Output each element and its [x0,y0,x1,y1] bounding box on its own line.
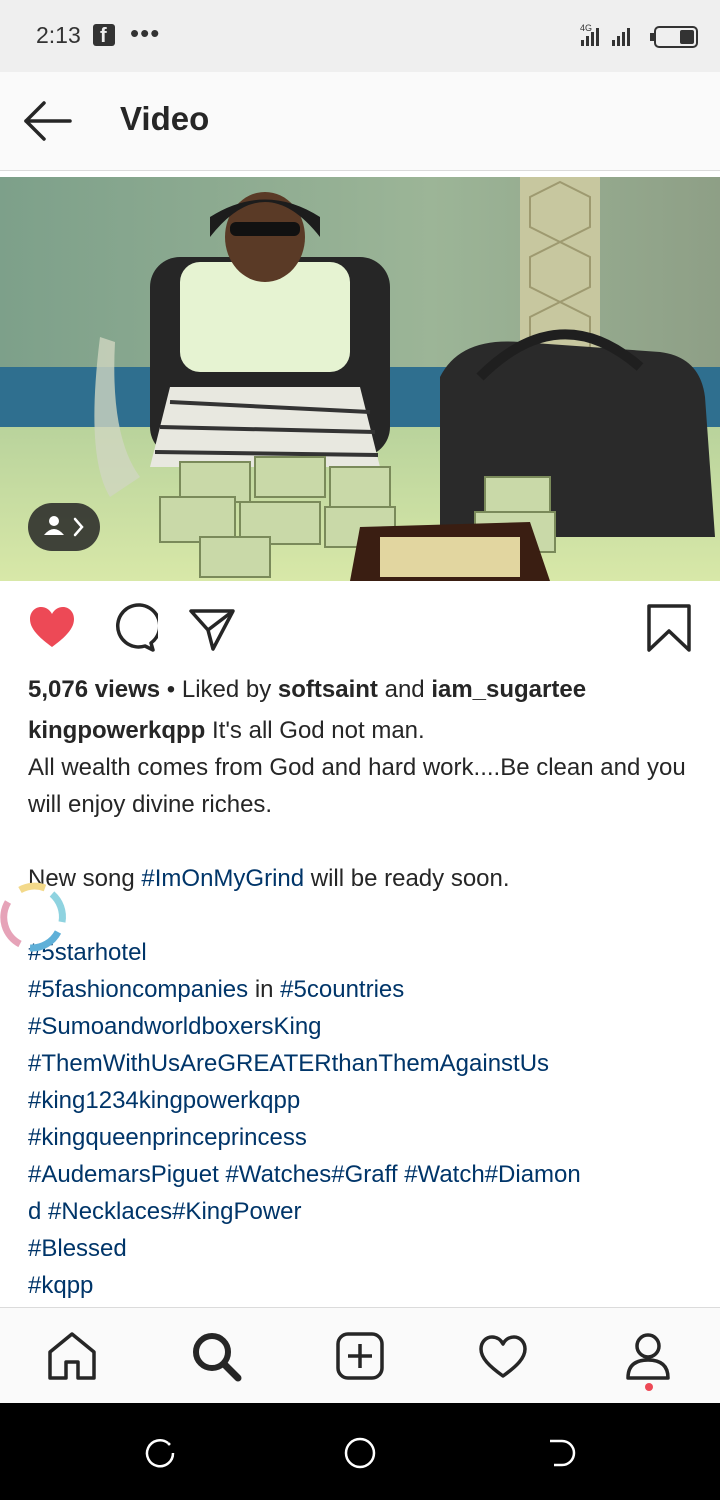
post-actions [0,595,720,659]
hashtag-link[interactable]: #king1234kingpowerkqpp [28,1087,300,1114]
hashtag-link[interactable]: #kingqueenprinceprincess [28,1124,307,1151]
liker-softsaint[interactable]: softsaint [278,676,378,703]
bookmark-icon[interactable] [644,603,694,653]
share-icon[interactable] [187,603,237,653]
home-icon[interactable] [42,1326,102,1386]
battery-icon [650,26,698,48]
liker-iam-sugartee[interactable]: iam_sugartee [431,676,586,703]
facebook-icon: f [93,24,115,47]
back-arrow-icon[interactable] [20,94,74,148]
hashtag-link[interactable]: #AudemarsPiguet [28,1161,219,1188]
hashtag-link[interactable]: #5countries [280,976,404,1003]
hashtag-link[interactable]: #kqpp [28,1272,93,1299]
video-player[interactable] [0,177,720,581]
views-likes-line: 5,076 views • Liked by softsaint and iam… [28,676,587,703]
views-count[interactable]: 5,076 views [28,676,160,703]
bottom-navigation [0,1307,720,1404]
signal-icon: 4G [580,23,630,46]
video-frame [0,177,720,581]
search-icon[interactable] [186,1326,246,1386]
hashtag-link[interactable]: #Watches#Graff [225,1161,397,1188]
hashtag-link[interactable]: #ThemWithUsAreGREATERthanThemAgainstUs [28,1050,549,1077]
hashtag-link[interactable]: #Blessed [28,1235,127,1262]
status-indicators: 4G [578,22,698,50]
comment-icon[interactable] [108,603,158,653]
system-navigation-bar [0,1403,720,1500]
activity-heart-icon[interactable] [473,1326,533,1386]
tagged-people-button[interactable] [28,503,100,551]
hashtag-link[interactable]: #SumoandworldboxersKing [28,1013,322,1040]
person-chevron-icon [44,516,84,537]
profile-icon[interactable] [618,1326,678,1386]
status-time: 2:13 [36,22,81,48]
caption-text: All wealth comes from God and hard work.… [28,754,686,818]
recent-apps-icon[interactable] [142,1435,178,1471]
heart-filled-icon[interactable] [27,603,77,653]
hashtag-link[interactable]: #5fashioncompanies [28,976,248,1003]
back-nav-icon[interactable] [542,1435,578,1471]
loading-spinner-icon [0,882,66,952]
hashtag-link[interactable]: #Watch#Diamon [404,1161,581,1188]
page-title: Video [120,100,210,137]
hashtag-link[interactable]: #ImOnMyGrind [141,865,304,892]
hashtag-link[interactable]: d [28,1198,41,1225]
home-circle-icon[interactable] [342,1435,378,1471]
hashtag-link[interactable]: #Necklaces#KingPower [48,1198,301,1225]
more-notifications-icon: ••• [130,18,161,48]
status-bar: 2:13 f ••• 4G [0,0,720,72]
svg-text:4G: 4G [580,23,592,33]
top-bar: Video [0,72,720,171]
post-caption: kingpowerkqpp It's all God not man. All … [28,712,692,1304]
add-post-icon[interactable] [330,1326,390,1386]
profile-notification-dot [645,1383,653,1391]
post-author[interactable]: kingpowerkqpp [28,717,205,744]
